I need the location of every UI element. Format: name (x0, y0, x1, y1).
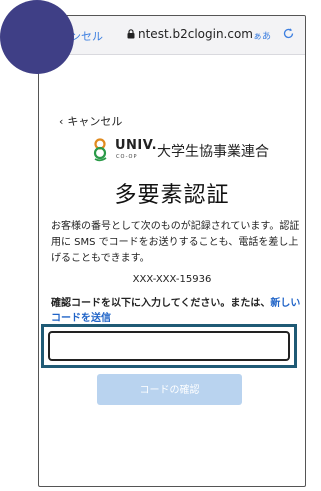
organization-name: 大学生協事業連合 (157, 144, 269, 160)
phone-screen: ャンセル ntest.b2clogin.com ぁあ ‹ キャンセル UNIV. … (38, 15, 306, 487)
code-prompt-text: 確認コードを以下に入力してください。または、 (51, 298, 271, 309)
back-cancel-link[interactable]: ‹ キャンセル (59, 113, 122, 129)
logo-wordmark: UNIV. (115, 138, 158, 153)
verify-code-button[interactable]: コードの確認 (97, 374, 242, 405)
verification-code-input[interactable] (48, 331, 290, 361)
back-cancel-label: キャンセル (67, 115, 123, 128)
description-text: お客様の番号として次のものが記録されています。認証用に SMS でコードをお送り… (51, 221, 300, 264)
lock-icon (127, 29, 135, 39)
browser-address-bar: ャンセル ntest.b2clogin.com ぁあ (39, 16, 305, 55)
logo-subtext: CO-OP (116, 154, 138, 160)
reload-icon[interactable] (282, 27, 295, 40)
code-prompt: 確認コードを以下に入力してください。または、新しいコードを送信 (51, 296, 301, 326)
chevron-left-icon: ‹ (59, 115, 64, 128)
text-size-button[interactable]: ぁあ (253, 29, 271, 42)
masked-phone-number: XXX-XXX-15936 (132, 274, 212, 285)
code-input-focus-frame (41, 324, 297, 368)
page-title: 多要素認証 (114, 183, 230, 208)
user-avatar (0, 0, 74, 74)
coop-logo-icon (93, 138, 107, 162)
url-text[interactable]: ntest.b2clogin.com (138, 27, 253, 41)
